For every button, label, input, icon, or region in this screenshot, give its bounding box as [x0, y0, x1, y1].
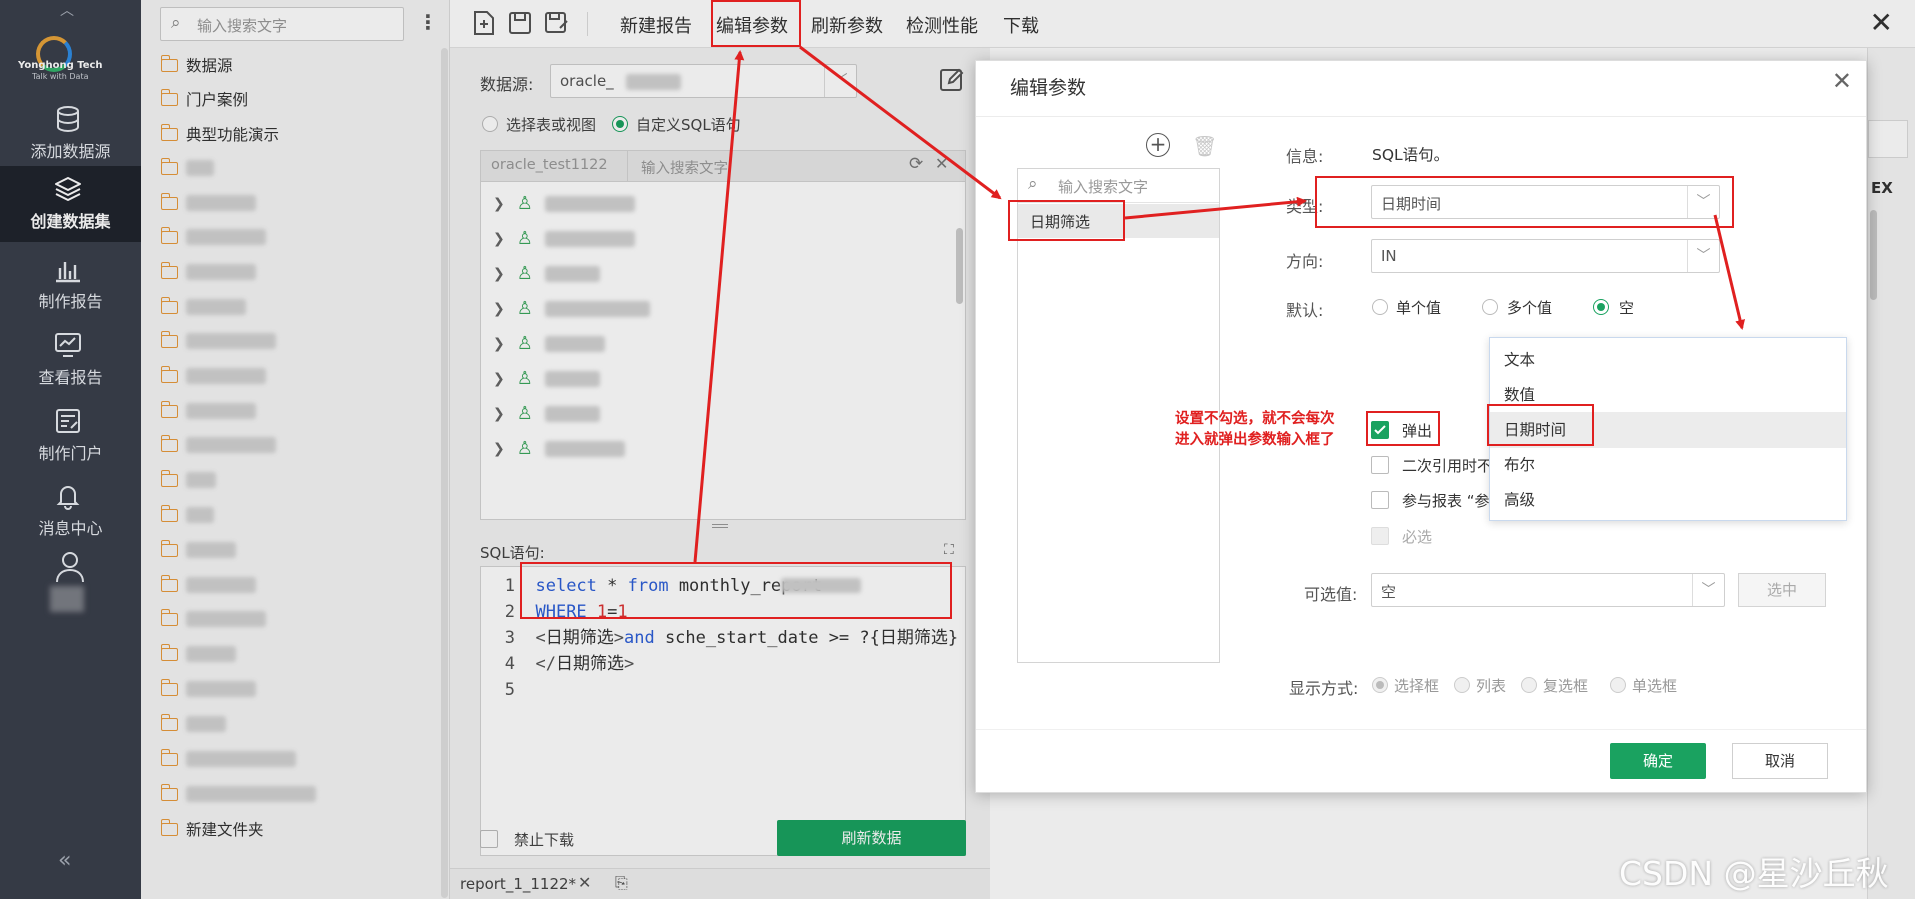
annotation-arrows	[693, 45, 1746, 563]
watermark-text: CSDN @星沙丘秋	[1619, 854, 1889, 893]
